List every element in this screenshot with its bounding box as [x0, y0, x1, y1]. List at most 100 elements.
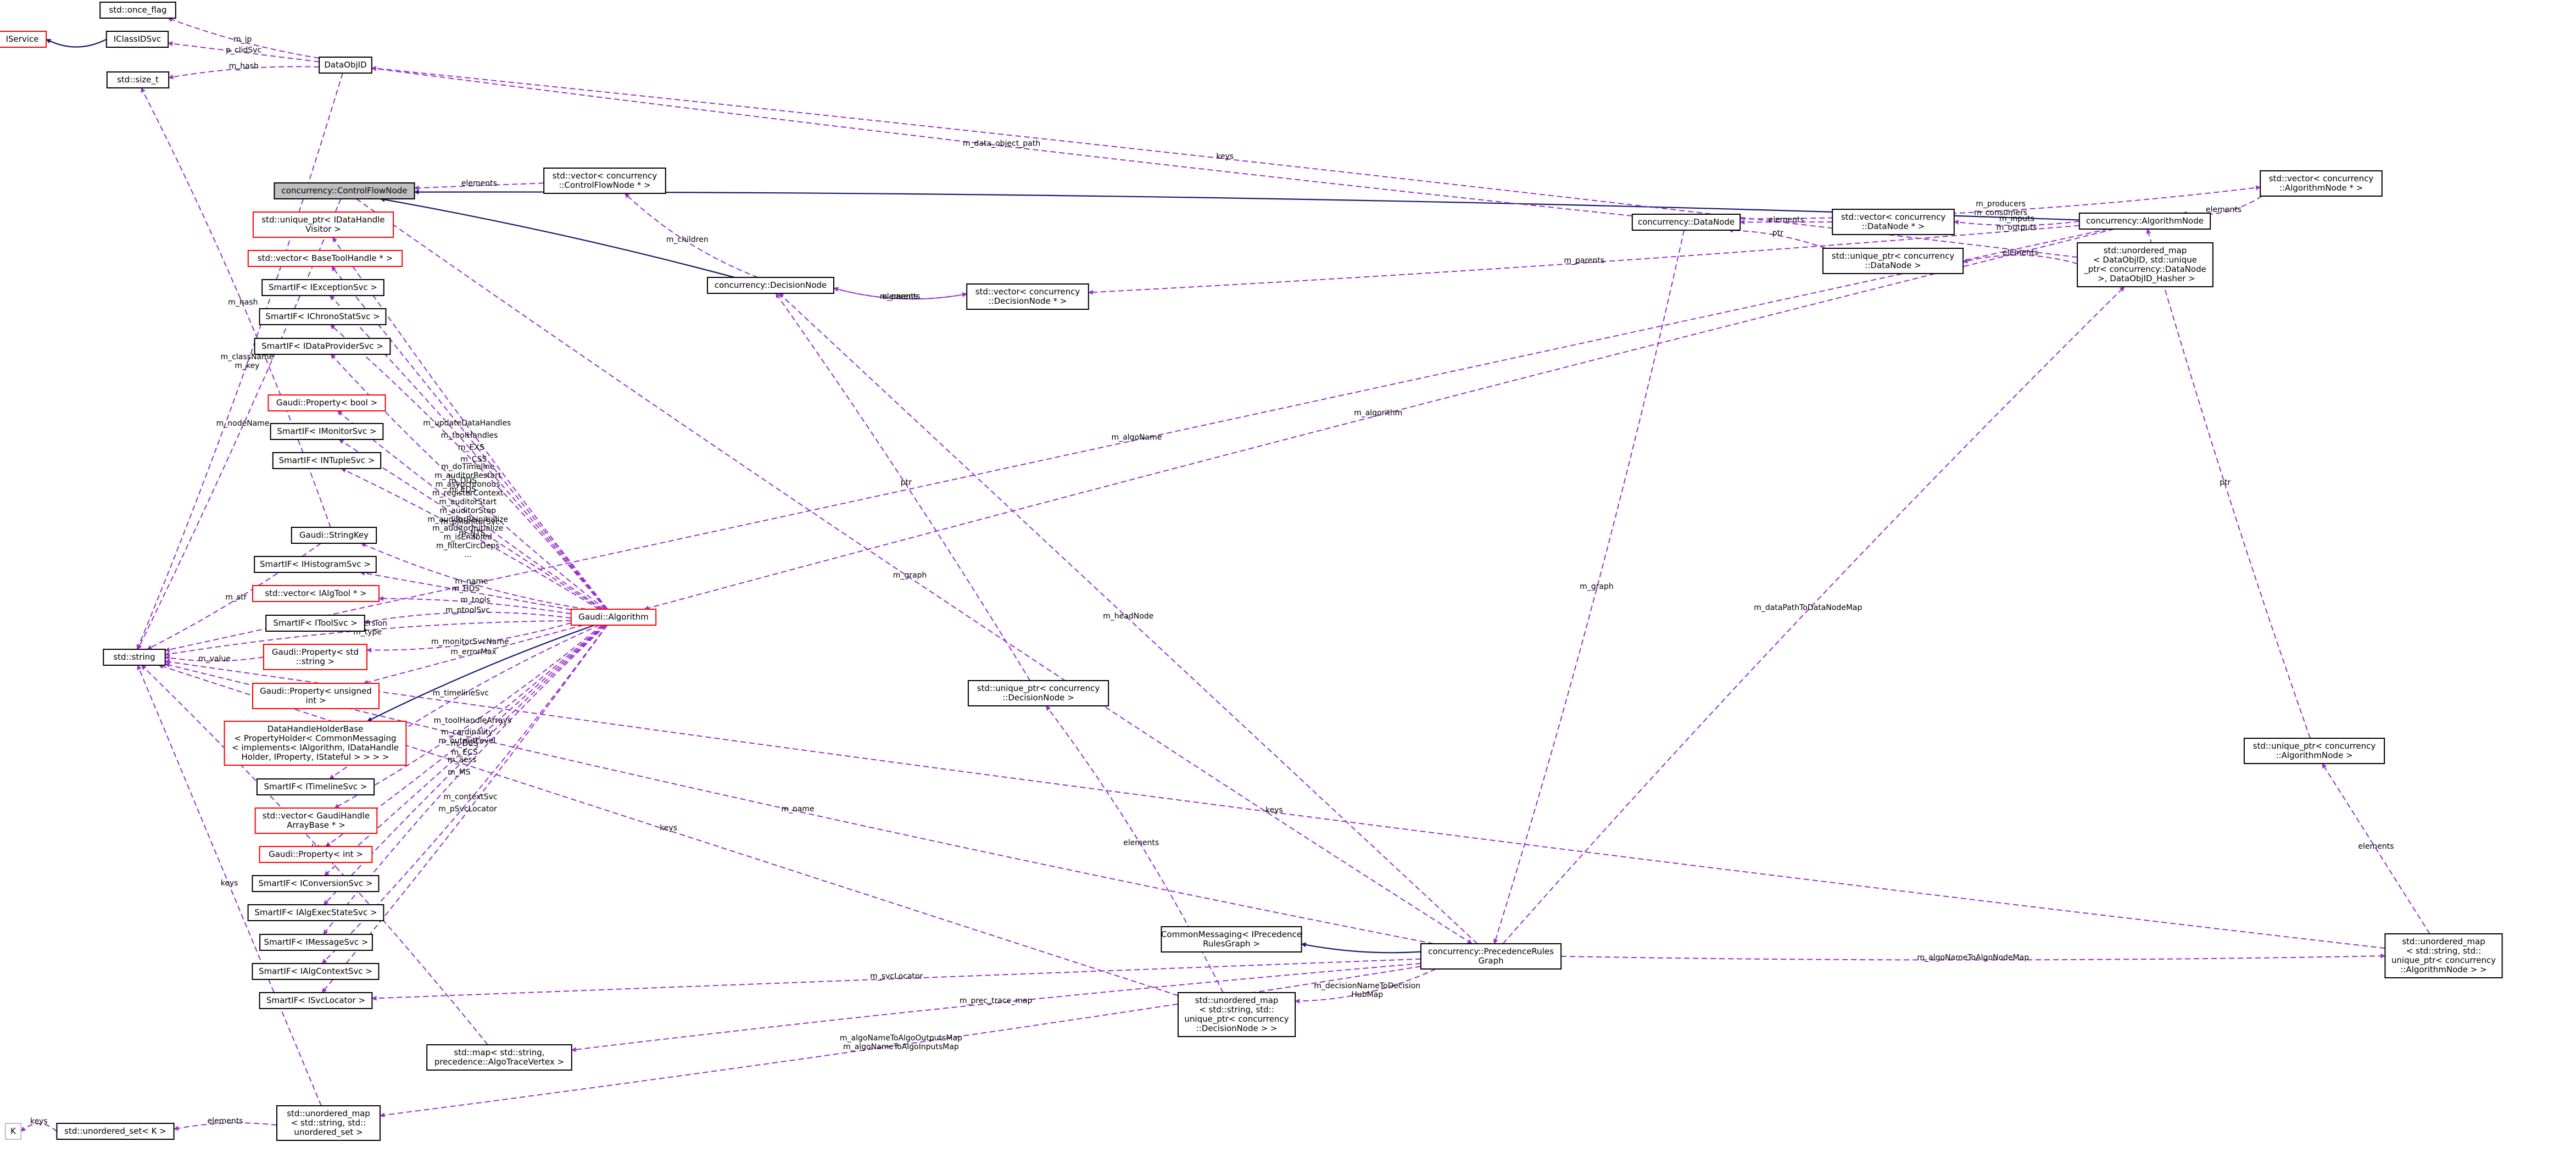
edge-label: m_algoNameToAlgoOutputsMap m_algoNameToAl… [840, 1034, 962, 1051]
edge-label-line: keys [660, 824, 677, 833]
class-node-vec_bth[interactable]: std::vector< BaseToolHandle * > [247, 250, 403, 267]
class-name-line: DataObjID [324, 60, 366, 70]
class-node-umap_uset[interactable]: std::unordered_map < std::string, std:: un… [276, 1105, 381, 1141]
class-node-si_svcloc[interactable]: SmartIF< ISvcLocator > [259, 992, 373, 1009]
class-node-vec_cfn[interactable]: std::vector< concurrency::ControlFlowNod… [543, 168, 666, 194]
class-name-line: concurrency::DataNode [1638, 217, 1735, 227]
class-node-controlflownode[interactable]: concurrency::ControlFlowNode [274, 182, 415, 199]
class-node-prop_uint[interactable]: Gaudi::Property< unsigned int > [252, 683, 380, 709]
class-name-line: Gaudi::Algorithm [578, 612, 649, 622]
class-node-vec_algtool[interactable]: std::vector< IAlgTool * > [252, 585, 380, 602]
class-node-size_t[interactable]: std::size_t [106, 71, 170, 88]
class-node-si_tool[interactable]: SmartIF< IToolSvc > [265, 615, 365, 632]
class-node-uptr_dn[interactable]: std::unique_ptr< concurrency::DecisionNo… [967, 680, 1109, 706]
edge-label-line: keys [221, 879, 238, 888]
class-name: Gaudi::Property< bool > [276, 398, 377, 408]
class-node-uset_k[interactable]: std::unordered_set< K > [56, 1123, 175, 1140]
class-name-line: ::AlgorithmNode * > [2279, 183, 2363, 193]
class-name-line: ::DecisionNode > [1002, 693, 1074, 703]
class-node-algorithmnode[interactable]: concurrency::AlgorithmNode [2078, 213, 2211, 230]
class-node-umap_dn[interactable]: std::unordered_map < std::string, std:: un… [1177, 992, 1296, 1037]
class-node-umap_algnode[interactable]: std::unordered_map < std::string, std:: un… [2384, 933, 2503, 978]
class-name-line: SmartIF< IConversionSvc > [258, 878, 372, 888]
class-node-dataobjid[interactable]: DataObjID [319, 57, 372, 74]
class-node-k[interactable]: K [4, 1123, 22, 1140]
class-name: std::size_t [117, 75, 159, 85]
class-node-umap_dataobj[interactable]: std::unordered_map < DataObjID, std::uniq… [2077, 242, 2213, 287]
edge-label: elements [882, 292, 918, 301]
class-node-si_chrono[interactable]: SmartIF< IChronoStatSvc > [259, 308, 387, 325]
class-name-line: std::string [113, 652, 155, 662]
class-node-vec_dn[interactable]: std::vector< concurrency::DecisionNode *… [966, 283, 1089, 310]
edge-label: ptr [901, 478, 912, 487]
class-name: Gaudi::Algorithm [578, 612, 649, 622]
class-node-si_mon[interactable]: SmartIF< IMonitorSvc > [270, 423, 384, 440]
edge-label: keys [660, 824, 677, 833]
class-node-si_aess[interactable]: SmartIF< IAlgExecStateSvc > [247, 904, 384, 921]
class-name-line: int > [306, 695, 326, 705]
class-name: SmartIF< IExceptionSvc > [269, 282, 377, 292]
class-node-si_hist[interactable]: SmartIF< IHistogramSvc > [254, 556, 377, 573]
edge-label-line: m_data_object_path [963, 140, 1040, 148]
class-name-line: concurrency::AlgorithmNode [2086, 216, 2204, 226]
edge-label-line: m_outputs [1997, 223, 2037, 232]
class-name: SmartIF< IMessageSvc > [264, 937, 369, 947]
edge-label-line: m_ptoolSvc [445, 606, 490, 615]
edge-label-line: m_auditorStart [439, 498, 497, 506]
edge-label-line: keys [1265, 806, 1283, 815]
class-node-iservice[interactable]: IService [0, 31, 47, 48]
class-name: SmartIF< IConversionSvc > [258, 878, 372, 888]
class-node-gaudi_algorithm[interactable]: Gaudi::Algorithm [570, 609, 657, 626]
class-node-si_timeline[interactable]: SmartIF< ITimelineSvc > [256, 778, 375, 795]
class-node-cm_prg[interactable]: CommonMessaging< IPrecedence RulesGraph > [1161, 926, 1302, 953]
class-node-prop_int[interactable]: Gaudi::Property< int > [259, 846, 373, 863]
class-node-uptr_dhv[interactable]: std::unique_ptr< IDataHandle Visitor > [252, 211, 394, 238]
class-node-dhhb[interactable]: DataHandleHolderBase < PropertyHolder< Co… [224, 721, 407, 766]
edge-label-line: m_tools [460, 596, 490, 605]
class-name-line: SmartIF< INTupleSvc > [279, 455, 375, 465]
class-node-prop_bool[interactable]: Gaudi::Property< bool > [267, 394, 386, 411]
class-name: SmartIF< INTupleSvc > [279, 455, 375, 465]
edge-label-line: m_hash [229, 62, 259, 71]
class-node-si_ctx[interactable]: SmartIF< IAlgContextSvc > [252, 963, 380, 980]
edge-label: m_children [666, 235, 709, 244]
edge-label-line: elements [882, 292, 918, 301]
edge-label-line: m_dataPathToDataNodeMap [1754, 603, 1862, 612]
class-node-uptr_algnode[interactable]: std::unique_ptr< concurrency::AlgorithmN… [2243, 738, 2385, 764]
class-node-prg[interactable]: concurrency::PrecedenceRules Graph [1420, 943, 1562, 970]
class-node-vec_datanode[interactable]: std::vector< concurrency::DataNode * > [1832, 209, 1955, 235]
class-node-prop_string[interactable]: Gaudi::Property< std::string > [263, 644, 367, 670]
class-name: std::vector< concurrency::DecisionNode *… [975, 287, 1080, 306]
class-node-vec_gha[interactable]: std::vector< GaudiHandle ArrayBase * > [254, 807, 378, 834]
edge-label: m_EXS [458, 443, 484, 452]
class-name: std::vector< concurrency::ControlFlowNod… [553, 171, 657, 190]
class-node-iclassidsvc[interactable]: IClassIDSvc [105, 31, 169, 48]
class-name: SmartIF< ISvcLocator > [266, 995, 365, 1005]
class-name-line: concurrency::ControlFlowNode [282, 186, 408, 196]
class-node-map_trace[interactable]: std::map< std::string, precedence::AlgoTr… [426, 1044, 572, 1071]
class-node-si_msg[interactable]: SmartIF< IMessageSvc > [259, 934, 373, 951]
class-node-datanode[interactable]: concurrency::DataNode [1631, 214, 1741, 231]
class-name: std::vector< IAlgTool * > [265, 588, 366, 598]
edge-label: elements [2358, 842, 2394, 851]
class-node-decisionnode[interactable]: concurrency::DecisionNode [707, 277, 834, 294]
class-name-line: < PropertyHolder< CommonMessaging [235, 733, 397, 743]
class-node-si_nt[interactable]: SmartIF< INTupleSvc > [272, 452, 382, 469]
class-node-stringkey[interactable]: Gaudi::StringKey [291, 527, 377, 544]
class-name: SmartIF< IAlgContextSvc > [259, 966, 372, 976]
class-name-line: std::map< std::string, [454, 1048, 544, 1057]
class-node-uptr_datanode[interactable]: std::unique_ptr< concurrency::DataNode > [1822, 248, 1964, 274]
class-name-line: ::string > [296, 656, 335, 666]
edge-label: m_doTimeline m_auditorRestart m_asynchrono… [427, 463, 508, 559]
class-node-si_conv[interactable]: SmartIF< IConversionSvc > [252, 875, 380, 892]
edge-label: ptr [2220, 478, 2231, 487]
edge-label: m_graph [893, 571, 927, 580]
class-name: SmartIF< IChronoStatSvc > [265, 311, 380, 321]
edge-label-line: m_toolHandleArrays [434, 716, 512, 725]
class-node-si_dp[interactable]: SmartIF< IDataProviderSvc > [254, 338, 391, 355]
class-node-once_flag[interactable]: std::once_flag [99, 2, 176, 19]
class-node-vec_algnode[interactable]: std::vector< concurrency::AlgorithmNode … [2260, 170, 2383, 197]
edge-label: m_DCS m_ECS [451, 739, 478, 757]
class-node-si_exc[interactable]: SmartIF< IExceptionSvc > [261, 279, 384, 296]
class-node-std_string[interactable]: std::string [103, 649, 166, 666]
